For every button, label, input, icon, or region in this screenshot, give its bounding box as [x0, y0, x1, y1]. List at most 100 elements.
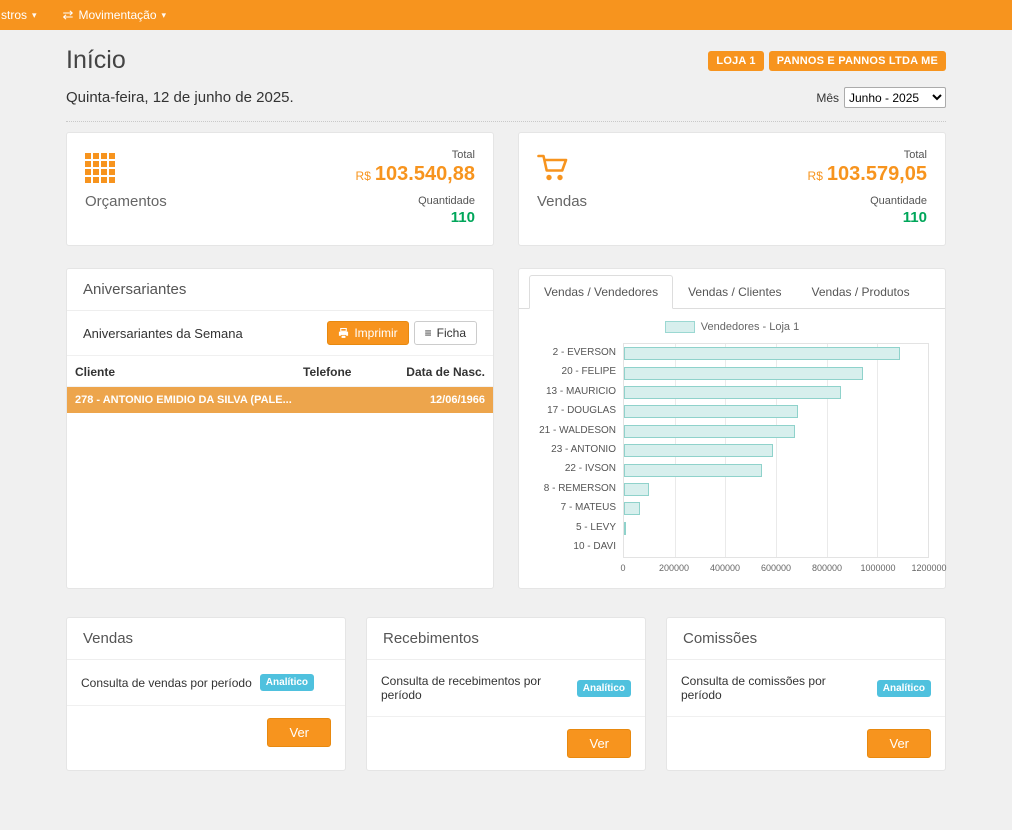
report-card-title: Comissões	[667, 618, 945, 660]
chart-x-tick-label: 600000	[761, 563, 791, 573]
middle-row: Aniversariantes Aniversariantes da Seman…	[66, 268, 946, 589]
report-card-footer: Ver	[67, 706, 345, 759]
tab-vendas-produtos[interactable]: Vendas / Produtos	[797, 275, 925, 309]
month-filter: Mês Junho - 2025	[816, 87, 946, 108]
currency-symbol: R$	[356, 169, 371, 183]
header-badges: LOJA 1 PANNOS E PANNOS LTDA ME	[708, 51, 946, 71]
total-label: Total	[808, 149, 927, 161]
chart-bar-row	[624, 441, 928, 460]
recebimentos-report-card: Recebimentos Consulta de recebimentos po…	[366, 617, 646, 771]
chart-x-labels: 020000040000060000080000010000001200000	[623, 563, 929, 577]
current-date: Quinta-feira, 12 de junho de 2025.	[66, 89, 294, 106]
analitico-badge: Analítico	[260, 674, 314, 691]
legend-swatch	[665, 321, 695, 333]
chart-category-label: 13 - MAURICIO	[535, 382, 623, 401]
caret-down-icon: ▾	[162, 10, 167, 21]
tab-vendas-vendedores[interactable]: Vendas / Vendedores	[529, 275, 673, 309]
birthdays-card: Aniversariantes Aniversariantes da Seman…	[66, 268, 494, 589]
ficha-button-label: Ficha	[437, 326, 466, 340]
print-button-label: Imprimir	[354, 326, 397, 340]
chart-bar-row	[624, 519, 928, 538]
legend-label: Vendedores - Loja 1	[701, 321, 799, 333]
chart-bar	[624, 502, 640, 515]
main-content: Início LOJA 1 PANNOS E PANNOS LTDA ME Qu…	[0, 46, 1012, 771]
chart-bar	[624, 347, 900, 360]
analitico-badge: Analítico	[877, 680, 931, 697]
ver-button[interactable]: Ver	[867, 729, 931, 758]
chart-category-label: 23 - ANTONIO	[535, 440, 623, 459]
card-label: Vendas	[537, 193, 587, 210]
report-card-footer: Ver	[367, 717, 645, 770]
chart-x-tick-label: 800000	[812, 563, 842, 573]
chart-category-label: 20 - FELIPE	[535, 362, 623, 381]
report-description: Consulta de vendas por período	[81, 676, 252, 690]
total-value: R$ 103.540,88	[356, 163, 475, 186]
printer-icon	[338, 328, 349, 339]
report-card-title: Vendas	[67, 618, 345, 660]
company-badge: PANNOS E PANNOS LTDA ME	[769, 51, 946, 71]
swap-arrows-icon: ⇄	[63, 7, 74, 23]
horizontal-bar-chart: 2 - EVERSON20 - FELIPE13 - MAURICIO17 - …	[535, 343, 929, 558]
birthday-table-row[interactable]: 278 - ANTONIO EMIDIO DA SILVA (PALE... 1…	[67, 387, 493, 413]
report-card-footer: Ver	[667, 717, 945, 770]
chart-x-tick-label: 1000000	[860, 563, 895, 573]
month-label: Mês	[816, 91, 839, 105]
chart-bar	[624, 522, 626, 535]
orcamentos-values: Total R$103.540,88 Quantidade 110	[356, 149, 475, 229]
store-badge: LOJA 1	[708, 51, 763, 71]
month-select[interactable]: Junho - 2025	[844, 87, 946, 108]
analitico-badge: Analítico	[577, 680, 631, 697]
total-amount: 103.540,88	[375, 163, 475, 185]
nav-item-cadastros[interactable]: stros ▾	[0, 0, 50, 30]
total-amount: 103.579,05	[827, 163, 927, 185]
chart-bar	[624, 386, 841, 399]
chart-bar-row	[624, 480, 928, 499]
quantity-label: Quantidade	[356, 195, 475, 207]
calculator-icon	[85, 153, 115, 183]
chart-bar-row	[624, 402, 928, 421]
chart-legend: Vendedores - Loja 1	[535, 321, 929, 333]
summary-row: Orçamentos Total R$ 103.540,88 Quantidade…	[66, 132, 946, 246]
tab-vendas-clientes[interactable]: Vendas / Clientes	[673, 275, 796, 309]
ver-button[interactable]: Ver	[567, 729, 631, 758]
birthdays-title: Aniversariantes	[67, 269, 493, 311]
quantity-label: Quantidade	[808, 195, 927, 207]
chart-category-label: 10 - DAVI	[535, 537, 623, 556]
chart-x-tick-label: 400000	[710, 563, 740, 573]
nav-item-movimentacao[interactable]: ⇄ Movimentação ▾	[50, 0, 179, 30]
ficha-button[interactable]: ≡ Ficha	[414, 321, 477, 345]
chart-category-label: 21 - WALDESON	[535, 421, 623, 440]
chart-category-label: 8 - REMERSON	[535, 479, 623, 498]
chart-category-label: 17 - DOUGLAS	[535, 401, 623, 420]
chart-bar	[624, 425, 795, 438]
report-card-body: Consulta de vendas por período Analítico	[67, 660, 345, 706]
orcamentos-left: Orçamentos	[85, 149, 167, 229]
ver-button[interactable]: Ver	[267, 718, 331, 747]
chart-bar	[624, 444, 773, 457]
quantity-value: 110	[808, 209, 927, 226]
card-label: Orçamentos	[85, 193, 167, 210]
chart-tabs: Vendas / Vendedores Vendas / Clientes Ve…	[519, 269, 945, 309]
nav-item-label: Movimentação	[78, 8, 156, 22]
date-row: Quinta-feira, 12 de junho de 2025. Mês J…	[66, 87, 946, 122]
vendas-card: Vendas Total R$103.579,05 Quantidade 110	[518, 132, 946, 246]
chart-bar-row	[624, 538, 928, 557]
list-icon: ≡	[425, 327, 432, 339]
vendas-left: Vendas	[537, 149, 587, 229]
column-header-telefone: Telefone	[303, 365, 393, 379]
orcamentos-card: Orçamentos Total R$103.540,88 Quantidade…	[66, 132, 494, 246]
comissoes-report-card: Comissões Consulta de comissões por perí…	[666, 617, 946, 771]
chart-bar-row	[624, 383, 928, 402]
column-header-cliente: Cliente	[75, 365, 303, 379]
chart-x-tick-label: 200000	[659, 563, 689, 573]
top-navbar: stros ▾ ⇄ Movimentação ▾	[0, 0, 1012, 30]
chart-bar	[624, 483, 649, 496]
print-button[interactable]: Imprimir	[327, 321, 408, 345]
report-card-body: Consulta de comissões por período Analít…	[667, 660, 945, 717]
row-data-nasc: 12/06/1966	[393, 394, 485, 406]
report-description: Consulta de comissões por período	[681, 674, 869, 702]
chart-x-tick-label: 0	[620, 563, 625, 573]
chart-category-label: 22 - IVSON	[535, 459, 623, 478]
chart-bar	[624, 367, 863, 380]
row-cliente: 278 - ANTONIO EMIDIO DA SILVA (PALE...	[75, 394, 303, 406]
